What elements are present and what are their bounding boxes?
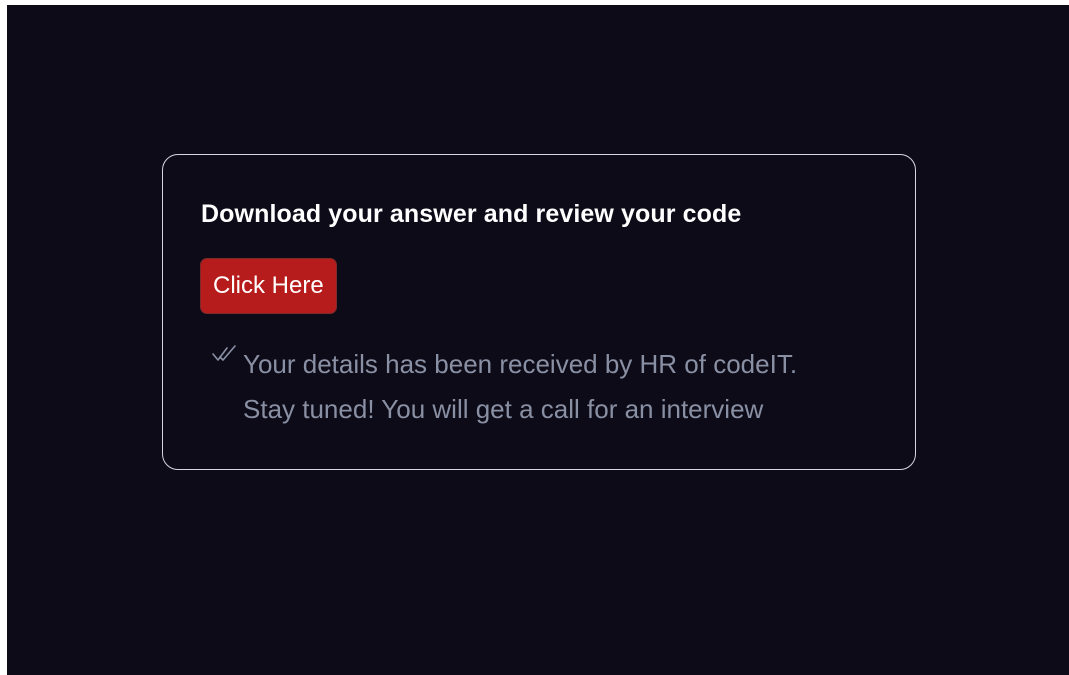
message-line-1: Your details has been received by HR of … xyxy=(243,349,798,379)
double-check-icon xyxy=(212,345,236,361)
page-background: Download your answer and review your cod… xyxy=(7,5,1069,675)
message-line-2: Stay tuned! You will get a call for an i… xyxy=(243,394,764,424)
result-card: Download your answer and review your cod… xyxy=(162,154,916,470)
card-title: Download your answer and review your cod… xyxy=(201,200,742,228)
download-answer-button[interactable]: Click Here xyxy=(200,258,337,314)
